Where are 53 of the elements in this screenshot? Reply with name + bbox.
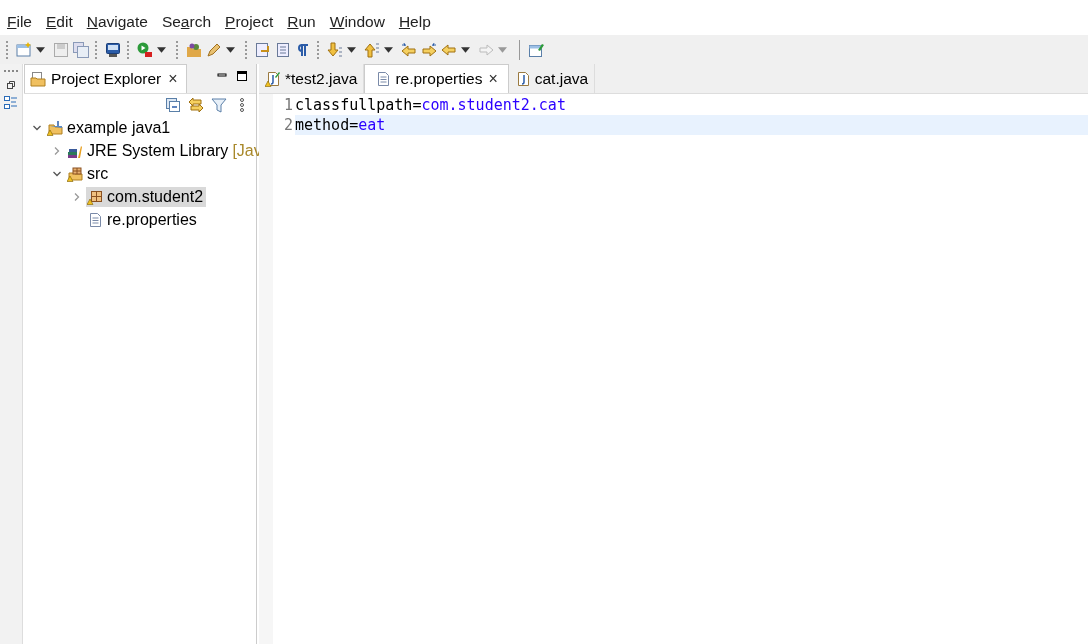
code-line: method=eat: [295, 116, 386, 134]
save-icon: [53, 41, 69, 58]
java-file-icon: [265, 70, 281, 87]
tree-item[interactable]: example java1: [46, 117, 174, 138]
open-folder-icon[interactable]: [186, 41, 202, 58]
menu-item[interactable]: Project: [225, 12, 288, 31]
caret-icon[interactable]: [157, 46, 166, 53]
perspective-icon[interactable]: [528, 41, 544, 58]
document-icon[interactable]: [275, 41, 291, 58]
folder-icon: [30, 71, 46, 87]
pen-icon[interactable]: [206, 41, 222, 58]
filter-icon[interactable]: [211, 97, 227, 113]
menu-item[interactable]: Edit: [46, 12, 87, 31]
package-icon: [87, 188, 103, 205]
tree-item[interactable]: src: [66, 163, 112, 184]
caret-icon[interactable]: [384, 46, 393, 53]
pilcrow-icon[interactable]: [295, 41, 311, 58]
monitor-icon[interactable]: [105, 41, 121, 58]
editor-tab[interactable]: re.properties ×: [364, 64, 509, 93]
view-title: Project Explorer: [51, 70, 162, 88]
link-editor-icon[interactable]: [188, 97, 204, 113]
caret-icon[interactable]: [36, 46, 45, 53]
restore-icon[interactable]: [6, 80, 16, 90]
tree-item[interactable]: JRE System Library: [66, 140, 232, 161]
menu-item[interactable]: Search: [161, 12, 226, 31]
code-line: classfullpath=com.student2.cat: [295, 96, 566, 114]
caret-icon[interactable]: [347, 46, 356, 53]
tree-item[interactable]: com.student2: [86, 186, 207, 207]
package-folder-icon: [67, 165, 83, 182]
view-tab[interactable]: Project Explorer ×: [24, 64, 187, 93]
project-folder-icon: [47, 119, 63, 136]
run-icon[interactable]: [137, 41, 153, 58]
menu-item[interactable]: Run: [287, 12, 330, 31]
text-file-icon: [87, 211, 103, 228]
menu-item[interactable]: File: [7, 12, 46, 31]
close-button[interactable]: ×: [486, 70, 500, 88]
menu-item[interactable]: Help: [398, 12, 445, 31]
line-number: 2: [273, 115, 295, 135]
save-all-icon: [73, 41, 89, 58]
maximize-icon[interactable]: [236, 70, 248, 82]
menu-item[interactable]: Navigate: [86, 12, 162, 31]
back-edit-icon[interactable]: [401, 41, 417, 58]
outline-icon[interactable]: [4, 96, 18, 110]
caret-icon[interactable]: [461, 46, 470, 53]
menu-item[interactable]: Window: [329, 12, 399, 31]
forward-edit-icon[interactable]: [421, 41, 437, 58]
close-button[interactable]: ×: [166, 70, 180, 88]
caret-icon: [498, 46, 507, 53]
editor-tab[interactable]: cat.java: [508, 64, 596, 93]
collapse-all-icon[interactable]: [165, 97, 181, 113]
caret-icon[interactable]: [226, 46, 235, 53]
text-file-icon: [375, 71, 392, 87]
tree-item[interactable]: re.properties: [86, 209, 200, 230]
